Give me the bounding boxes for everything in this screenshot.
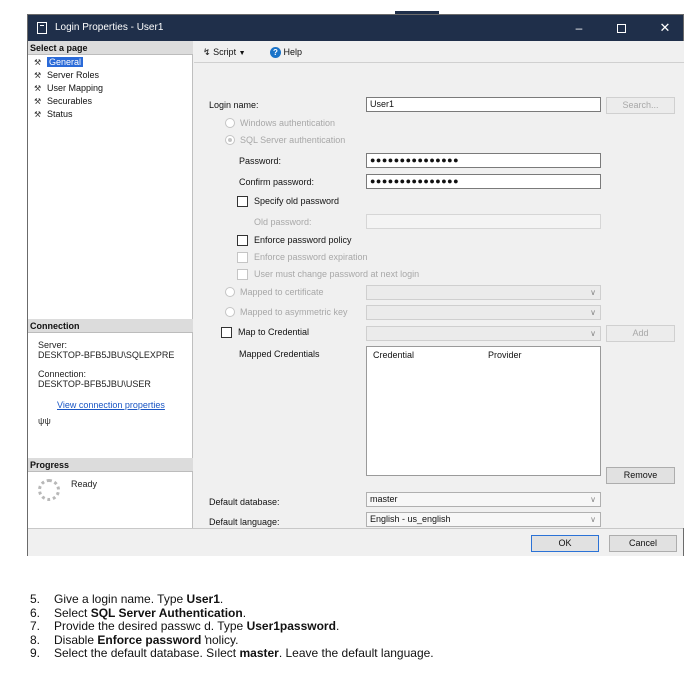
mapped-asym-radio[interactable] <box>225 307 235 317</box>
ok-button[interactable]: OK <box>531 535 599 552</box>
sql-auth-label: SQL Server authentication <box>240 135 346 145</box>
instruction-step: 6. Select SQL Server Authentication. <box>30 605 247 620</box>
dropdown-arrow-icon: ▼ <box>238 50 246 57</box>
script-button[interactable]: ↯ Script ▼ <box>203 47 246 58</box>
remove-button[interactable]: Remove <box>606 467 675 484</box>
title-bar[interactable]: Login Properties - User1 – ✕ <box>28 15 683 41</box>
search-button[interactable]: Search... <box>606 97 675 114</box>
wrench-icon: ⚒ <box>34 97 42 106</box>
progress-spinner-icon <box>38 479 60 501</box>
progress-header: Progress <box>28 458 193 472</box>
script-icon: ↯ <box>203 47 211 57</box>
close-button[interactable]: ✕ <box>650 18 680 38</box>
wrench-icon: ⚒ <box>34 84 42 93</box>
page-item-server-roles[interactable]: ⚒ Server Roles <box>34 69 99 81</box>
credential-column-header[interactable]: Credential <box>373 350 414 360</box>
chevron-down-icon: ∨ <box>590 495 596 504</box>
credential-dropdown[interactable]: ∨ <box>366 326 601 341</box>
select-page-header: Select a page <box>28 41 193 55</box>
confirm-password-label: Confirm password: <box>239 177 315 187</box>
old-password-input[interactable] <box>366 214 601 229</box>
chevron-down-icon: ∨ <box>590 329 596 338</box>
progress-status: Ready <box>71 479 98 489</box>
wrench-icon: ⚒ <box>34 71 42 80</box>
maximize-icon <box>616 24 626 34</box>
add-button[interactable]: Add <box>606 325 675 342</box>
connection-value: DESKTOP-BFB5JBU\USER <box>38 379 151 389</box>
instruction-step: 7. Provide the desired passwс d. Type Use… <box>30 619 340 633</box>
enforce-expiration-checkbox[interactable] <box>237 252 248 263</box>
provider-column-header[interactable]: Provider <box>488 350 522 360</box>
password-input[interactable]: ●●●●●●●●●●●●●●● <box>366 153 601 168</box>
login-properties-dialog: Login Properties - User1 – ✕ Select a pa… <box>27 14 684 556</box>
windows-auth-label: Windows authentication <box>240 118 336 128</box>
server-label: Server: <box>38 340 68 350</box>
left-pane: Select a page ⚒ General ⚒ Server Roles ⚒ Us… <box>28 41 193 528</box>
chevron-down-icon: ∨ <box>590 308 596 317</box>
wrench-icon: ⚒ <box>34 58 42 67</box>
specify-old-password-label: Specify old password <box>254 196 340 206</box>
page-item-securables[interactable]: ⚒ Securables <box>34 95 92 107</box>
minimize-button[interactable]: – <box>564 18 594 38</box>
instruction-step: 5. Give a login name. Type User1. <box>30 592 224 606</box>
default-language-label: Default language: <box>209 517 280 527</box>
confirm-password-input[interactable]: ●●●●●●●●●●●●●●● <box>366 174 601 189</box>
plug-icon: ψψ <box>38 416 51 426</box>
window-app-icon <box>37 22 47 34</box>
instruction-step: 8. Disable Enforce password ŉolicy. <box>30 632 239 647</box>
maximize-button[interactable] <box>606 18 636 38</box>
connection-label: Connection: <box>38 369 87 379</box>
default-language-dropdown[interactable]: English - us_english ∨ <box>366 512 601 527</box>
password-label: Password: <box>239 156 282 166</box>
certificate-dropdown[interactable]: ∨ <box>366 285 601 300</box>
page-item-general[interactable]: ⚒ General <box>34 56 84 68</box>
login-name-label: Login name: <box>209 100 259 110</box>
mapped-credentials-label: Mapped Credentials <box>239 349 320 359</box>
mapped-credentials-list[interactable]: Credential Provider <box>366 346 601 476</box>
old-password-label: Old password: <box>254 217 312 227</box>
instructions-list: 5. Give a login name. Type User1. 6. Selec… <box>30 592 434 661</box>
chevron-down-icon: ∨ <box>590 288 596 297</box>
map-credential-label: Map to Credential <box>238 327 310 337</box>
window-title: Login Properties - User1 <box>55 22 164 33</box>
view-connection-properties-link[interactable]: View connection properties <box>57 400 165 410</box>
mapped-asym-label: Mapped to asymmetric key <box>240 307 348 317</box>
specify-old-password-checkbox[interactable] <box>237 196 248 207</box>
help-button[interactable]: ? Help <box>270 47 302 59</box>
default-database-label: Default database: <box>209 497 280 507</box>
server-value: DESKTOP-BFB5JBU\SQLEXPRE <box>38 350 175 360</box>
enforce-expiration-label: Enforce password expiration <box>254 252 368 262</box>
must-change-label: User must change password at next login <box>254 269 420 279</box>
login-name-input[interactable]: User1 <box>366 97 601 112</box>
page-item-status[interactable]: ⚒ Status <box>34 108 73 120</box>
mapped-cert-label: Mapped to certificate <box>240 287 324 297</box>
mapped-cert-radio[interactable] <box>225 287 235 297</box>
sql-auth-radio[interactable] <box>225 135 235 145</box>
enforce-policy-label: Enforce password policy <box>254 235 352 245</box>
cancel-button[interactable]: Cancel <box>609 535 677 552</box>
asymmetric-key-dropdown[interactable]: ∨ <box>366 305 601 320</box>
must-change-checkbox[interactable] <box>237 269 248 280</box>
toolbar: ↯ Script ▼ ? Help <box>194 41 684 63</box>
connection-header: Connection <box>28 319 193 333</box>
windows-auth-radio[interactable] <box>225 118 235 128</box>
wrench-icon: ⚒ <box>34 110 42 119</box>
dialog-footer: OK Cancel <box>28 528 683 556</box>
help-icon: ? <box>270 47 281 59</box>
general-page: ↯ Script ▼ ? Help Login name: User1 Sear… <box>194 41 684 528</box>
default-database-dropdown[interactable]: master ∨ <box>366 492 601 507</box>
map-credential-checkbox[interactable] <box>221 327 232 338</box>
chevron-down-icon: ∨ <box>590 515 596 524</box>
instruction-step: 9. Select the default database. Sılect ma… <box>30 646 434 660</box>
page-item-user-mapping[interactable]: ⚒ User Mapping <box>34 82 103 94</box>
enforce-policy-checkbox[interactable] <box>237 235 248 246</box>
